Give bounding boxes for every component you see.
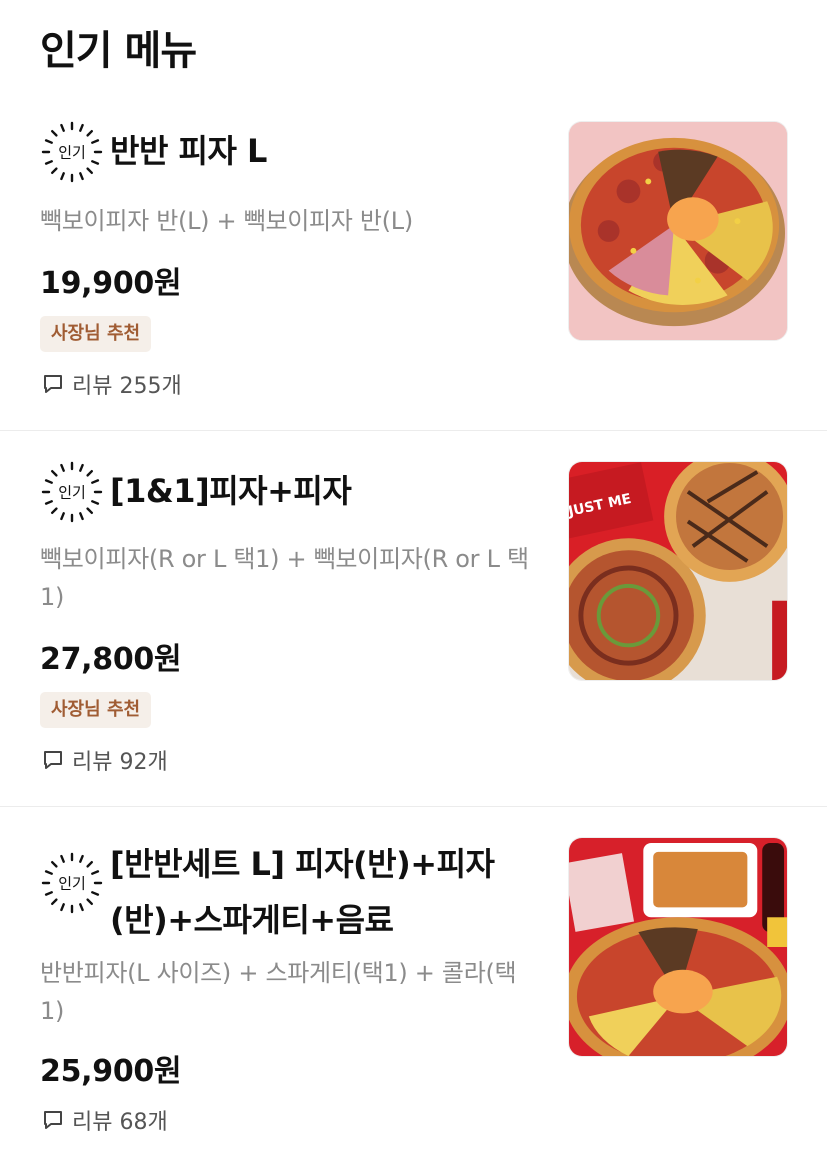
owner-recommend-tag: 사장님 추천	[40, 316, 152, 352]
page-title: 인기 메뉴	[40, 28, 197, 74]
item-description: 빽보이피자 반(L) + 빽보이피자 반(L)	[40, 207, 413, 235]
item-title-row: 인기 [반반세트 L] 피자(반)+피자(반)+스파게티+음료	[40, 836, 520, 948]
item-description: 빽보이피자(R or L 택1) + 빽보이피자(R or L 택1)	[40, 545, 529, 611]
speech-bubble-icon	[44, 751, 62, 769]
review-count-label: 리뷰 92개	[72, 750, 168, 775]
popular-badge-icon: 인기	[40, 851, 104, 915]
speech-bubble-icon	[44, 1111, 62, 1129]
divider	[0, 806, 827, 807]
svg-text:인기: 인기	[58, 875, 86, 893]
svg-text:인기: 인기	[58, 144, 86, 162]
item-name: [반반세트 L] 피자(반)+피자(반)+스파게티+음료	[110, 845, 495, 939]
menu-image[interactable]	[568, 837, 788, 1057]
item-title-row: 인기 반반 피자 L	[40, 120, 550, 184]
item-price: 27,800원	[40, 642, 182, 677]
item-price: 25,900원	[40, 1054, 182, 1089]
item-price: 19,900원	[40, 266, 182, 301]
review-count: 리뷰 255개	[42, 368, 182, 400]
review-count-label: 리뷰 255개	[72, 374, 182, 399]
review-count: 리뷰 68개	[42, 1104, 168, 1136]
item-description: 반반피자(L 사이즈) + 스파게티(택1) + 콜라(택1)	[40, 959, 517, 1025]
review-count-label: 리뷰 68개	[72, 1110, 168, 1135]
popular-badge-icon: 인기	[40, 460, 104, 524]
owner-recommend-tag: 사장님 추천	[40, 692, 152, 728]
item-name: [1&1]피자+피자	[110, 472, 352, 510]
popular-badge-icon: 인기	[40, 120, 104, 184]
speech-bubble-icon	[44, 375, 62, 393]
menu-image[interactable]: JUST ME	[568, 461, 788, 681]
review-count: 리뷰 92개	[42, 744, 168, 776]
menu-image[interactable]	[568, 121, 788, 341]
item-name: 반반 피자 L	[110, 132, 267, 170]
divider	[0, 430, 827, 431]
svg-text:인기: 인기	[58, 484, 86, 502]
item-title-row: 인기 [1&1]피자+피자	[40, 460, 550, 524]
